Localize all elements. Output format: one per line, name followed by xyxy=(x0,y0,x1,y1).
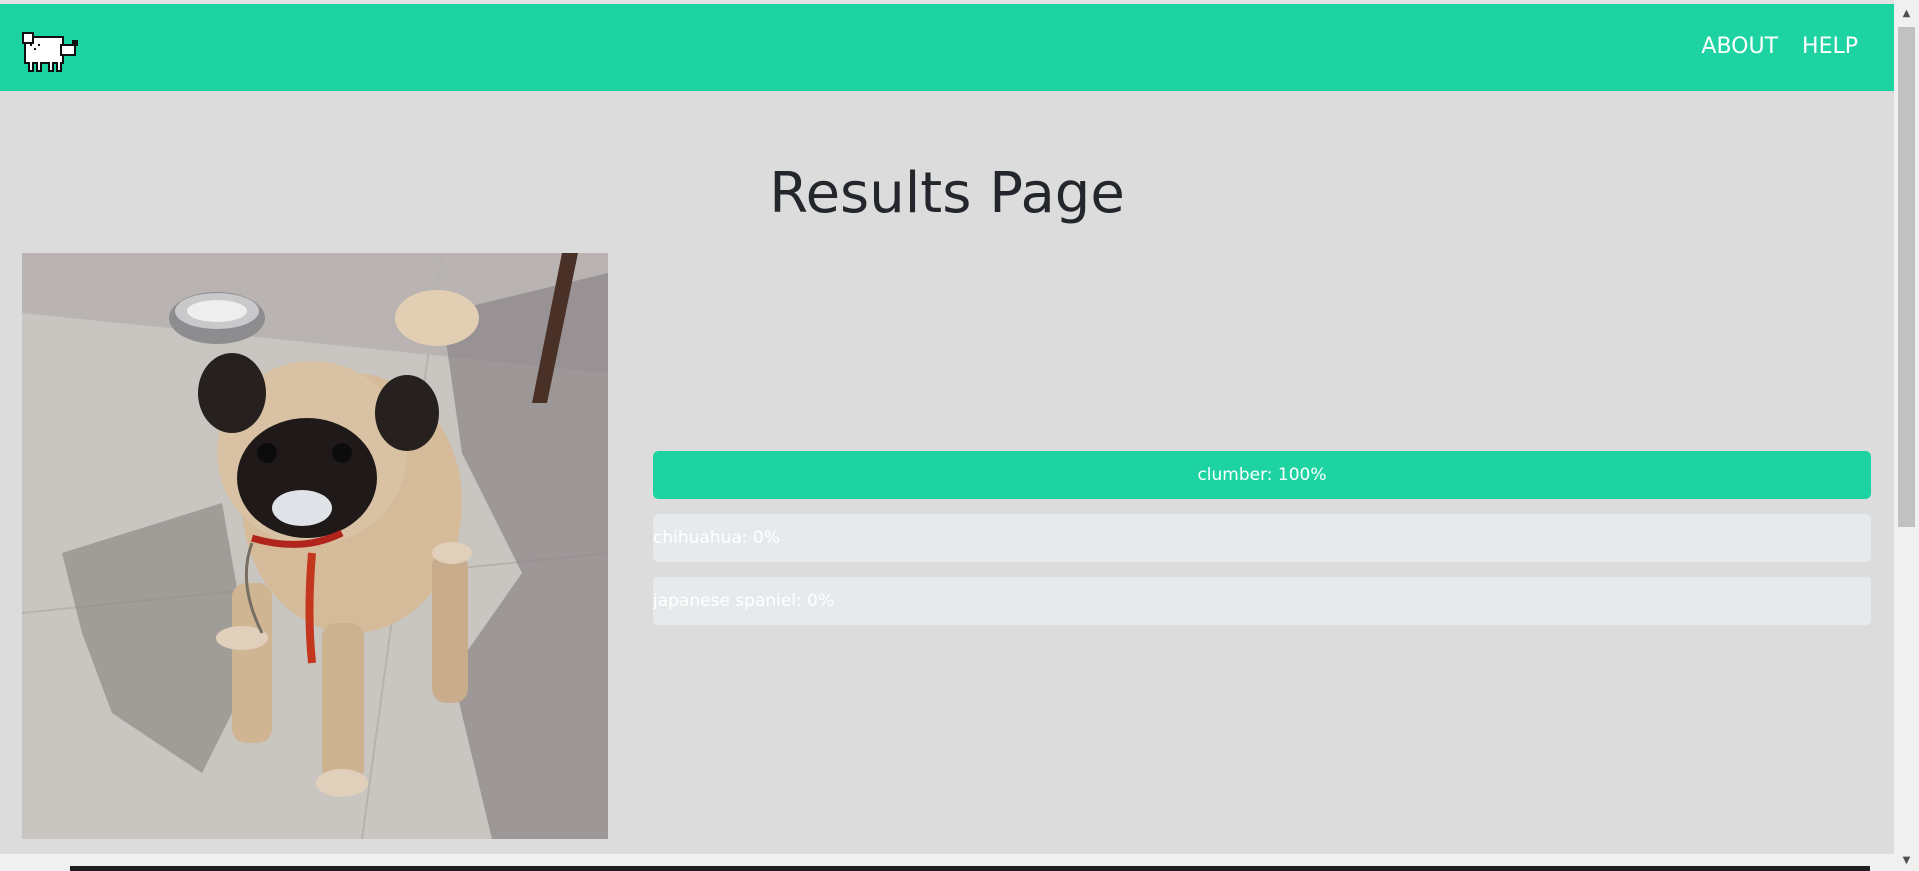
dog-photo xyxy=(22,253,608,839)
pixel-dog-icon[interactable] xyxy=(20,28,80,76)
page-title: Results Page xyxy=(769,161,1125,226)
horizontal-scrollbar[interactable] xyxy=(0,854,1894,871)
vertical-scrollbar[interactable]: ▲ ▼ xyxy=(1894,0,1919,871)
nav-link-help[interactable]: HELP xyxy=(1802,32,1858,62)
prediction-results: clumber: 100% chihuahua: 0% japanese spani… xyxy=(653,451,1871,640)
scrollbar-thumb[interactable] xyxy=(1898,27,1915,527)
navbar: ABOUT HELP xyxy=(0,4,1894,91)
result-bar-track: japanese spaniel: 0% xyxy=(653,577,1871,625)
pug-photo-illustration xyxy=(22,253,608,839)
scroll-up-arrow-icon[interactable]: ▲ xyxy=(1894,4,1919,24)
page: ABOUT HELP Results Page clumber: 100% ch… xyxy=(0,0,1919,871)
result-bar-label: clumber: 100% xyxy=(1197,465,1327,485)
nav-links: ABOUT HELP xyxy=(1701,32,1858,62)
nav-link-about[interactable]: ABOUT xyxy=(1701,32,1778,62)
horizontal-scrollbar-thumb[interactable] xyxy=(70,866,1870,871)
scroll-down-arrow-icon[interactable]: ▼ xyxy=(1894,851,1919,871)
result-bar-label: japanese spaniel: 0% xyxy=(653,591,835,611)
result-bar-track: chihuahua: 0% xyxy=(653,514,1871,562)
result-bar-label: chihuahua: 0% xyxy=(653,528,780,548)
result-bar-track: clumber: 100% xyxy=(653,451,1871,499)
